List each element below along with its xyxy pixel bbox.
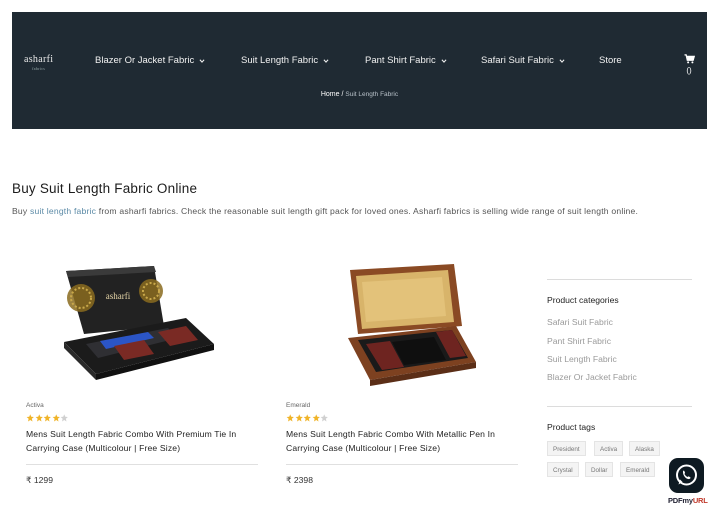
divider: [286, 464, 518, 465]
site-header: asharfi fabrics Blazer Or Jacket Fabric …: [12, 12, 707, 129]
star-filled-icon: [295, 414, 303, 422]
star-filled-icon: [35, 414, 43, 422]
product-name[interactable]: Mens Suit Length Fabric Combo With Metal…: [286, 427, 518, 455]
nav-item-safari-suit-fabric[interactable]: Safari Suit Fabric: [481, 55, 565, 66]
nav-label: Blazer Or Jacket Fabric: [95, 55, 195, 66]
page-title: Buy Suit Length Fabric Online: [12, 181, 198, 196]
product-categories-heading: Product categories: [547, 295, 619, 305]
tag-dollar[interactable]: Dollar: [585, 462, 614, 477]
divider: [547, 279, 692, 280]
whatsapp-button[interactable]: [669, 458, 704, 493]
category-link-suit-length-fabric[interactable]: Suit Length Fabric: [547, 354, 617, 364]
product-image[interactable]: [286, 246, 518, 396]
nav-item-suit-length-fabric[interactable]: Suit Length Fabric: [241, 55, 329, 66]
nav-label: Safari Suit Fabric: [481, 55, 554, 66]
star-filled-icon: [303, 414, 311, 422]
divider: [26, 464, 258, 465]
star-filled-icon: [286, 414, 294, 422]
rating-stars: [286, 414, 329, 422]
intro-text: Buy suit length fabric from asharfi fabr…: [12, 204, 707, 218]
category-link-safari-suit-fabric[interactable]: Safari Suit Fabric: [547, 317, 613, 327]
chevron-down-icon: [559, 58, 565, 63]
category-link-pant-shirt-fabric[interactable]: Pant Shirt Fabric: [547, 336, 611, 346]
box-logo-text: asharfi: [106, 291, 131, 301]
pdfmyurl-watermark: PDFmyURL: [668, 496, 708, 505]
product-image[interactable]: asharfi: [26, 246, 258, 396]
product-brand[interactable]: Activa: [26, 402, 44, 409]
star-filled-icon: [26, 414, 34, 422]
cart-icon: [684, 54, 695, 64]
product-brand[interactable]: Emerald: [286, 402, 310, 409]
whatsapp-icon: [676, 464, 697, 486]
rating-stars: [26, 414, 69, 422]
star-empty-icon: [320, 414, 328, 422]
cart-count: (): [686, 66, 692, 75]
nav-label: Store: [599, 55, 622, 66]
tag-crystal[interactable]: Crystal: [547, 462, 579, 477]
tag-activa[interactable]: Activa: [594, 441, 624, 456]
nav-item-blazer-or-jacket-fabric[interactable]: Blazer Or Jacket Fabric: [95, 55, 205, 66]
star-empty-icon: [60, 414, 68, 422]
tag-president[interactable]: President: [547, 441, 586, 456]
chevron-down-icon: [323, 58, 329, 63]
tag-alaska[interactable]: Alaska: [629, 441, 660, 456]
star-filled-icon: [312, 414, 320, 422]
product-price: ₹ 1299: [26, 475, 53, 485]
star-filled-icon: [52, 414, 60, 422]
cart-button[interactable]: (): [682, 54, 696, 75]
nav-label: Suit Length Fabric: [241, 55, 319, 66]
nav-item-pant-shirt-fabric[interactable]: Pant Shirt Fabric: [365, 55, 447, 66]
nav-label: Pant Shirt Fabric: [365, 55, 436, 66]
product-name[interactable]: Mens Suit Length Fabric Combo With Premi…: [26, 427, 258, 455]
suit-length-fabric-link[interactable]: suit length fabric: [30, 206, 96, 216]
divider: [547, 406, 692, 407]
breadcrumb-current: Suit Length Fabric: [345, 91, 399, 98]
tag-emerald[interactable]: Emerald: [620, 462, 656, 477]
logo-text: asharfi: [24, 54, 54, 65]
breadcrumb: Home / Suit Length Fabric: [12, 91, 707, 98]
pdfmyurl-text-a: PDFmy: [668, 496, 693, 505]
pdfmyurl-text-b: URL: [692, 496, 708, 505]
intro-before: Buy: [12, 206, 30, 216]
site-logo[interactable]: asharfi fabrics: [24, 54, 53, 71]
chevron-down-icon: [441, 58, 447, 63]
intro-after: from asharfi fabrics. Check the reasonab…: [96, 206, 639, 216]
logo-subtext: fabrics: [32, 66, 46, 71]
nav-item-store[interactable]: Store: [599, 55, 622, 66]
category-link-blazer-or-jacket-fabric[interactable]: Blazer Or Jacket Fabric: [547, 372, 637, 382]
product-tags-heading: Product tags: [547, 422, 596, 432]
chevron-down-icon: [199, 58, 205, 63]
product-price: ₹ 2398: [286, 475, 313, 485]
breadcrumb-home[interactable]: Home: [321, 91, 340, 98]
star-filled-icon: [43, 414, 51, 422]
